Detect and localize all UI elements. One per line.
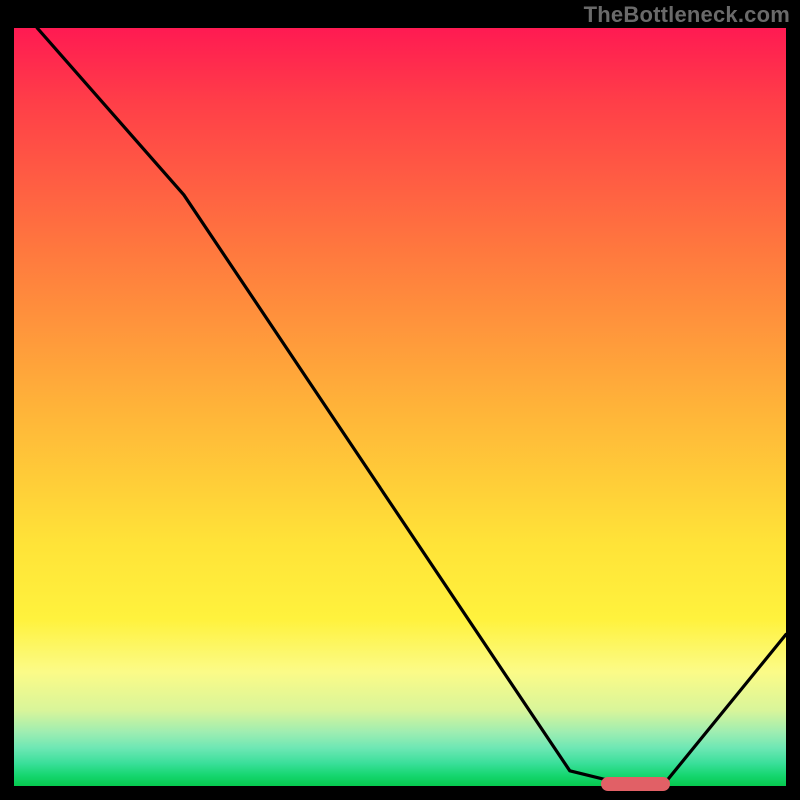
plot-area: [14, 28, 786, 786]
bottleneck-curve: [14, 28, 786, 786]
watermark-text: TheBottleneck.com: [584, 2, 790, 28]
chart-container: TheBottleneck.com: [0, 0, 800, 800]
optimum-marker: [601, 777, 670, 791]
curve-path: [37, 28, 786, 786]
